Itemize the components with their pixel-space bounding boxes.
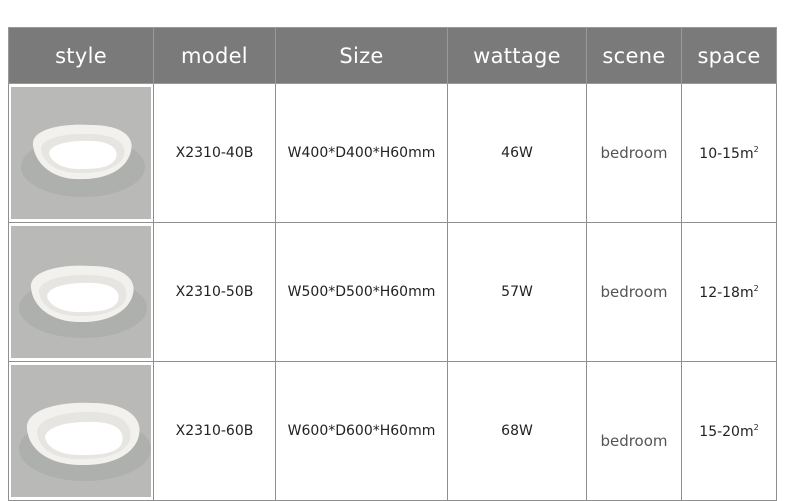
size-cell: W600*D600*H60mm	[275, 361, 448, 501]
wattage-cell: 68W	[447, 361, 587, 501]
scene-text: bedroom	[600, 283, 668, 301]
scene-cell: bedroom	[586, 222, 682, 362]
space-value: 10-15m	[699, 145, 754, 162]
scene-cell: bedroom	[586, 361, 682, 501]
ceiling-lamp-photo-icon	[11, 226, 151, 358]
style-cell	[8, 361, 154, 501]
space-value: 12-18m	[699, 284, 754, 301]
space-value: 15-20m	[699, 423, 754, 440]
header-style: style	[8, 27, 154, 84]
table-row: X2310-40B W400*D400*H60mm 46W bedroom 10…	[8, 83, 777, 223]
scene-text: bedroom	[600, 432, 668, 450]
style-cell	[8, 222, 154, 362]
table-row: X2310-60B W600*D600*H60mm 68W bedroom 15…	[8, 361, 777, 501]
space-cell: 10-15m2	[681, 83, 777, 223]
header-space: space	[681, 27, 777, 84]
header-size: Size	[275, 27, 448, 84]
header-model: model	[153, 27, 276, 84]
wattage-cell: 57W	[447, 222, 587, 362]
size-cell: W500*D500*H60mm	[275, 222, 448, 362]
space-cell: 12-18m2	[681, 222, 777, 362]
header-row: style model Size wattage scene space	[8, 27, 777, 84]
ceiling-lamp-photo-icon	[11, 87, 151, 219]
ceiling-lamp-photo-icon	[11, 365, 151, 497]
scene-cell: bedroom	[586, 83, 682, 223]
space-unit-sup: 2	[753, 422, 759, 432]
space-cell: 15-20m2	[681, 361, 777, 501]
model-cell: X2310-40B	[153, 83, 276, 223]
wattage-cell: 46W	[447, 83, 587, 223]
table-row: X2310-50B W500*D500*H60mm 57W bedroom 12…	[8, 222, 777, 362]
space-unit-sup: 2	[753, 144, 759, 154]
spec-table: style model Size wattage scene space X23…	[8, 27, 777, 501]
size-cell: W400*D400*H60mm	[275, 83, 448, 223]
header-wattage: wattage	[447, 27, 587, 84]
space-unit-sup: 2	[753, 283, 759, 293]
style-cell	[8, 83, 154, 223]
scene-text: bedroom	[600, 144, 668, 162]
model-cell: X2310-60B	[153, 361, 276, 501]
model-cell: X2310-50B	[153, 222, 276, 362]
header-scene: scene	[586, 27, 682, 84]
